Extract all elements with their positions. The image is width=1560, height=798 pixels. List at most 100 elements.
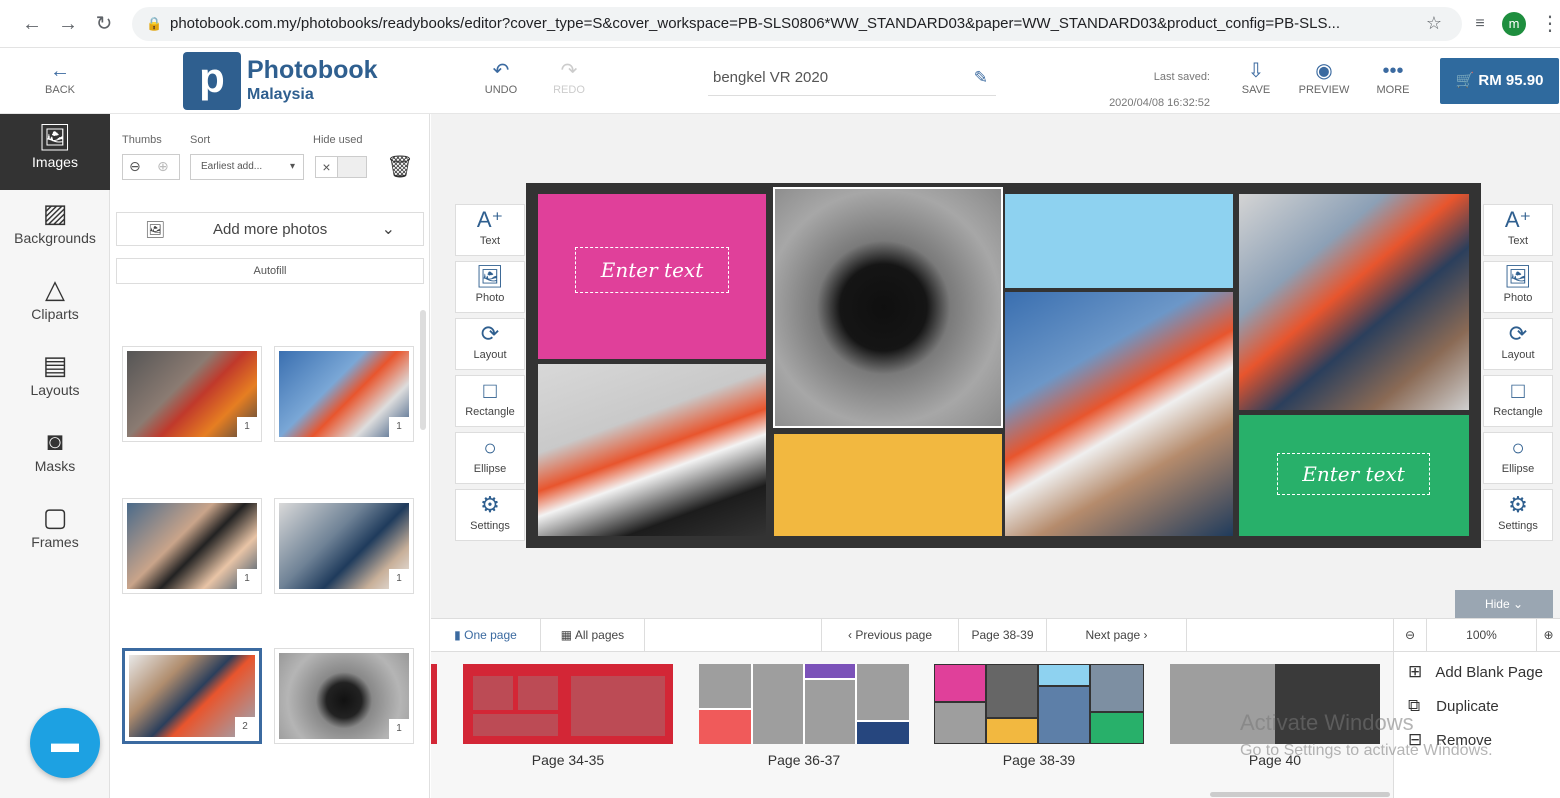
more-button[interactable]: ••• MORE: [1372, 58, 1414, 96]
zoom-in-button[interactable]: ⊕: [1537, 619, 1560, 651]
tool-label: Rectangle: [1493, 406, 1543, 418]
add-blank-page-label: Add Blank Page: [1435, 664, 1543, 681]
undo-button[interactable]: ↶ UNDO: [480, 58, 522, 96]
bookmark-star-icon[interactable]: ☆: [1426, 13, 1442, 34]
browser-back-icon[interactable]: ←: [20, 12, 44, 36]
image-icon: 🖼: [145, 222, 166, 239]
photo-thumb[interactable]: 1: [122, 498, 262, 594]
zoom-out-icon[interactable]: ⊖: [129, 158, 141, 175]
profile-avatar[interactable]: m: [1502, 12, 1526, 36]
photo-cell-vr-window[interactable]: [1239, 194, 1469, 410]
layout-tool[interactable]: ⟳ Layout: [455, 318, 525, 370]
photo-thumb-selected[interactable]: 2: [122, 648, 262, 744]
spread-thumb-38-39[interactable]: [934, 664, 1144, 744]
redo-label: REDO: [553, 84, 585, 96]
trash-icon[interactable]: 🗑: [386, 154, 414, 180]
add-photo-tool[interactable]: 🖼 Photo: [455, 261, 525, 313]
dropdown-arrow-icon: ▾: [289, 161, 295, 172]
photo-cell-cube-selected[interactable]: [773, 187, 1003, 428]
hide-label: Hide: [1484, 597, 1510, 611]
nav-frames[interactable]: ▢ Frames: [0, 494, 110, 570]
tool-label: Text: [1507, 235, 1529, 247]
hide-used-toggle[interactable]: ×: [315, 156, 367, 178]
photo-cell-vr-user[interactable]: [1005, 292, 1233, 536]
back-button[interactable]: ← BACK: [40, 58, 80, 96]
undo-icon: ↶: [492, 60, 510, 82]
browser-menu-icon[interactable]: ⋮: [1538, 12, 1560, 36]
grid-icon: ▦: [560, 628, 573, 642]
backgrounds-icon: ▨: [42, 198, 68, 228]
reading-list-icon[interactable]: ≡: [1468, 12, 1492, 36]
pencil-icon[interactable]: ✎: [974, 68, 988, 88]
tool-label: Photo: [1503, 292, 1533, 304]
refresh-icon: ⟳: [480, 321, 500, 346]
redo-button[interactable]: ↷ REDO: [548, 58, 590, 96]
photo-thumb[interactable]: 1: [274, 346, 414, 442]
sort-select[interactable]: Earliest add... ▾: [190, 154, 304, 180]
layout-tool-right[interactable]: ⟳ Layout: [1483, 318, 1553, 370]
previous-page-button[interactable]: ‹ Previous page: [821, 619, 959, 651]
filmstrip-scrollbar[interactable]: [1210, 792, 1390, 797]
save-button[interactable]: ⇩ SAVE: [1236, 58, 1276, 96]
last-saved-info: Last saved: 2020/04/08 16:32:52: [1080, 64, 1210, 116]
usage-count: 1: [389, 719, 409, 739]
add-photo-tool-right[interactable]: 🖼 Photo: [1483, 261, 1553, 313]
panel-scrollbar[interactable]: [420, 310, 426, 430]
browser-reload-icon[interactable]: ↻: [92, 12, 116, 36]
enter-text-box[interactable]: Enter text: [575, 247, 729, 293]
spread-label: Page 34-35: [531, 752, 605, 768]
text-plus-icon: A⁺: [1504, 207, 1532, 232]
add-more-photos-button[interactable]: 🖼 Add more photos ⌄: [116, 212, 424, 246]
images-panel: Thumbs Sort Hide used ⊖ ⊕ Earliest add..…: [110, 114, 430, 798]
rectangle-tool-right[interactable]: □ Rectangle: [1483, 375, 1553, 427]
one-page-button[interactable]: ▮ One page: [431, 619, 541, 651]
zoom-in-icon[interactable]: ⊕: [157, 158, 169, 175]
pink-text-block[interactable]: Enter text: [538, 194, 766, 359]
page-indicator: Page 38-39: [959, 619, 1047, 651]
add-text-tool-right[interactable]: A⁺ Text: [1483, 204, 1553, 256]
preview-button[interactable]: ◉ PREVIEW: [1296, 58, 1352, 96]
nav-backgrounds[interactable]: ▨ Backgrounds: [0, 190, 110, 266]
zoom-out-button[interactable]: ⊖: [1393, 619, 1427, 651]
nav-layouts[interactable]: ▤ Layouts: [0, 342, 110, 418]
sky-block[interactable]: [1005, 194, 1233, 288]
cart-button[interactable]: 🛒 RM 95.90: [1440, 58, 1559, 104]
tool-label: Text: [479, 235, 501, 247]
spread-thumb-34-35[interactable]: [463, 664, 673, 744]
green-text-block[interactable]: Enter text: [1239, 415, 1469, 536]
all-pages-button[interactable]: ▦ All pages: [541, 619, 645, 651]
address-bar[interactable]: 🔒 photobook.com.my/photobooks/readybooks…: [132, 7, 1462, 41]
tool-label: Rectangle: [465, 406, 515, 418]
spread-partial[interactable]: [431, 664, 437, 744]
settings-tool[interactable]: ⚙ Settings: [455, 489, 525, 541]
spread-thumb-36-37[interactable]: [699, 664, 909, 744]
rectangle-icon: □: [483, 378, 497, 403]
ellipse-tool-right[interactable]: ○ Ellipse: [1483, 432, 1553, 484]
nav-masks[interactable]: ◙ Masks: [0, 418, 110, 494]
mask-icon: ◙: [47, 426, 63, 456]
page-spread-canvas[interactable]: Enter text Enter text: [526, 183, 1481, 548]
enter-text-box[interactable]: Enter text: [1277, 453, 1430, 495]
add-blank-page-item[interactable]: ⊞ Add Blank Page: [1408, 662, 1543, 682]
nav-cliparts[interactable]: △ Cliparts: [0, 266, 110, 342]
photo-thumb[interactable]: 1: [274, 648, 414, 744]
photo-thumb[interactable]: 1: [274, 498, 414, 594]
shapes-icon: △: [45, 274, 65, 304]
browser-forward-icon[interactable]: →: [56, 12, 80, 36]
duplicate-item[interactable]: ⧉ Duplicate: [1408, 696, 1499, 716]
chat-support-button[interactable]: ▬: [30, 708, 100, 778]
photo-cell-vr-headset[interactable]: [538, 364, 766, 536]
tool-label: Photo: [475, 292, 505, 304]
hide-filmstrip-button[interactable]: Hide ⌄: [1455, 590, 1553, 618]
project-name-field[interactable]: bengkel VR 2020 ✎: [708, 66, 996, 96]
rectangle-tool[interactable]: □ Rectangle: [455, 375, 525, 427]
photo-thumb[interactable]: 1: [122, 346, 262, 442]
nav-images[interactable]: 🖼 Images: [0, 114, 110, 190]
autofill-button[interactable]: Autofill: [116, 258, 424, 284]
next-page-button[interactable]: Next page ›: [1047, 619, 1187, 651]
yellow-block[interactable]: [774, 434, 1002, 536]
add-text-tool[interactable]: A⁺ Text: [455, 204, 525, 256]
settings-tool-right[interactable]: ⚙ Settings: [1483, 489, 1553, 541]
ellipse-tool[interactable]: ○ Ellipse: [455, 432, 525, 484]
photo-plus-icon: 🖼: [1504, 264, 1532, 289]
